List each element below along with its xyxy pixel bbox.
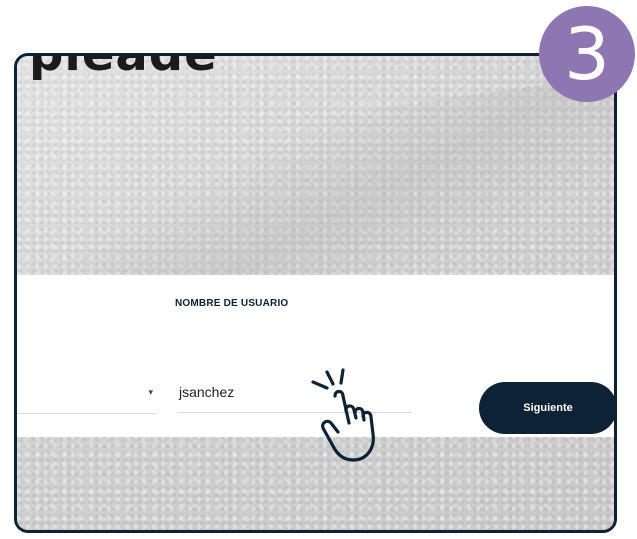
domain-select[interactable]: ▾ (17, 375, 157, 414)
chevron-down-icon: ▾ (148, 387, 153, 397)
step-badge: 3 (539, 6, 635, 102)
tap-hand-icon (311, 368, 375, 462)
username-label: NOMBRE DE USUARIO (175, 298, 289, 309)
next-button[interactable]: Siguiente (479, 382, 614, 434)
brand-logo: pleade (29, 53, 218, 82)
